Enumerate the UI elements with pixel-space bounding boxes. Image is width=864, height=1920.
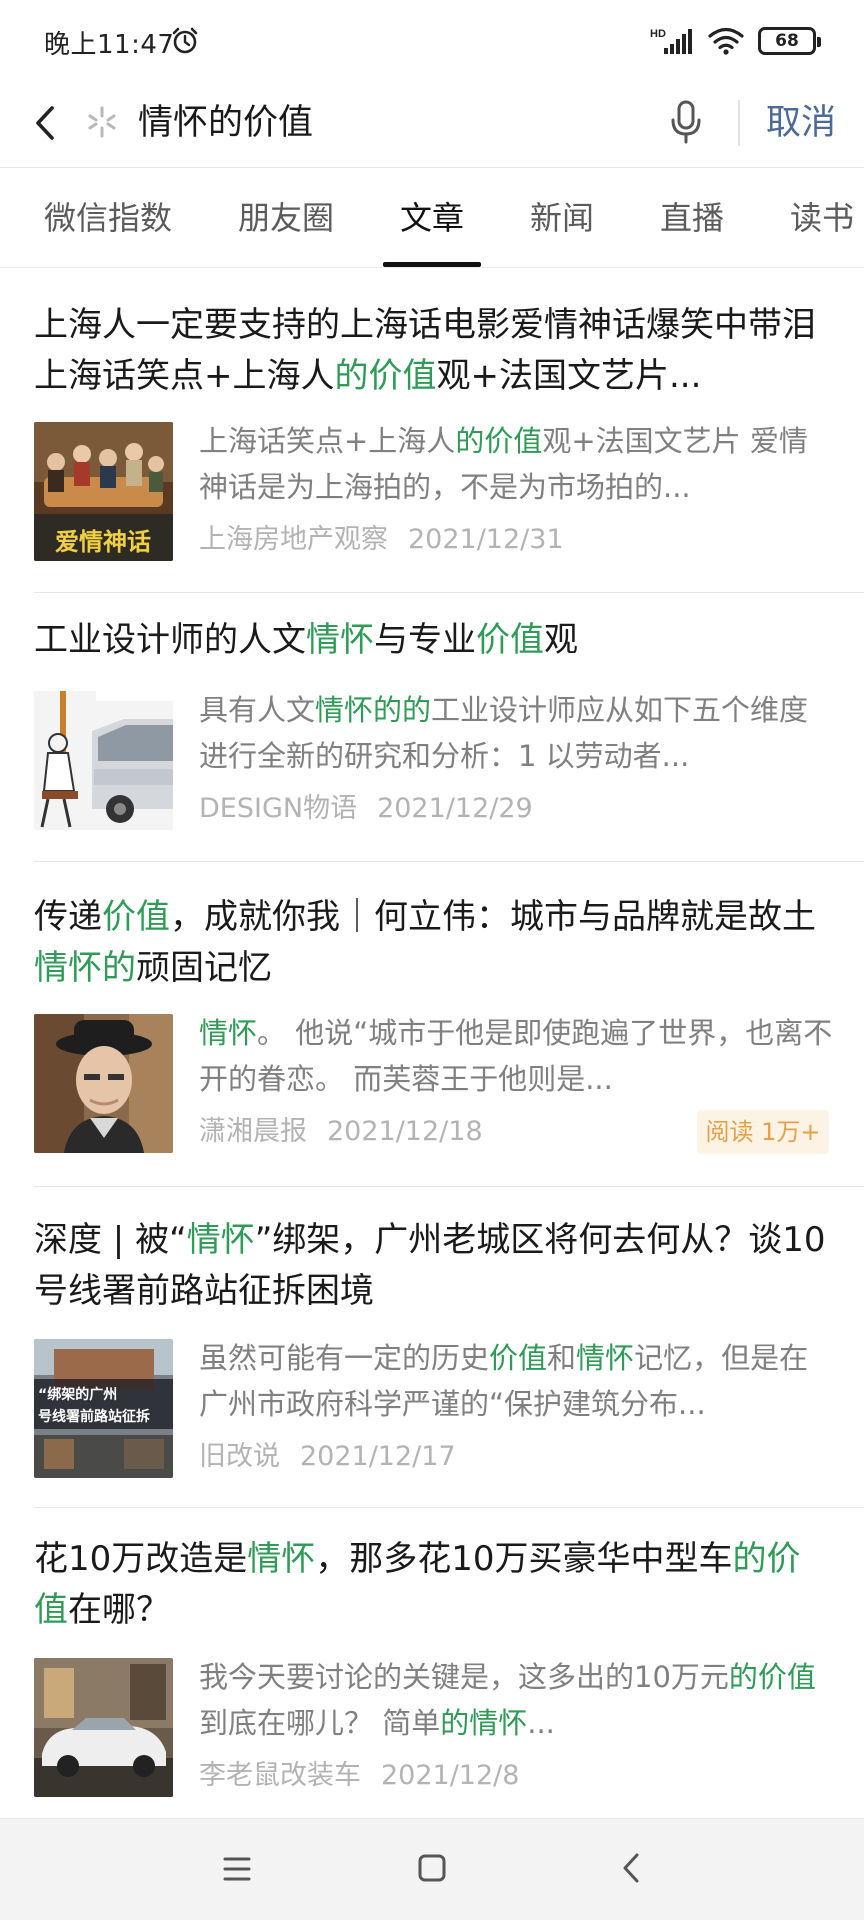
article-snippet: 具有人文情怀的的工业设计师应从如下五个维度进行全新的研究和分析：1 以劳动者..… bbox=[199, 687, 834, 779]
article-title[interactable]: 上海人一定要支持的上海话电影爱情神话爆笑中带泪上海话笑点+上海人的价值观+法国文… bbox=[34, 300, 834, 402]
article-item[interactable]: 深度 | 被“情怀”绑架，广州老城区将何去何从？谈10号线署前路站征拆困境 “绑… bbox=[0, 1187, 864, 1507]
thumbnail-caption: 爱情神话 bbox=[55, 528, 151, 556]
article-meta: 上海房地产观察 2021/12/31 bbox=[199, 520, 564, 560]
article-date: 2021/12/8 bbox=[381, 1760, 520, 1791]
status-bar: 晚上11:47 HD 68 bbox=[0, 0, 864, 80]
search-bar: 情怀的价值 取消 bbox=[0, 80, 864, 168]
text-segment: 上海话笑点+上海人 bbox=[199, 424, 456, 458]
status-time: 晚上11:47 bbox=[44, 30, 175, 60]
article-snippet: 虽然可能有一定的历史价值和情怀记忆，但是在广州市政府科学严谨的“保护建筑分布..… bbox=[199, 1335, 834, 1427]
article-snippet: 我今天要讨论的关键是，这多出的10万元的价值到底在哪儿？ 简单的情怀... bbox=[199, 1654, 834, 1746]
tab-live[interactable]: 直播 bbox=[660, 196, 724, 240]
article-date: 2021/12/31 bbox=[408, 524, 564, 555]
article-title[interactable]: 花10万改造是情怀，那多花10万买豪华中型车的价值在哪？ bbox=[34, 1534, 834, 1636]
article-snippet: 情怀。 他说“城市于他是即使跑遍了世界，也离不开的眷恋。 而芙蓉王于他则是... bbox=[199, 1010, 834, 1102]
text-segment: ，成就你我｜何立伟：城市与品牌就是故土 bbox=[170, 897, 816, 937]
article-source: 潇湘晨报 bbox=[199, 1116, 307, 1147]
text-segment: 和 bbox=[547, 1341, 577, 1375]
system-nav-bar bbox=[0, 1818, 864, 1920]
cancel-button[interactable]: 取消 bbox=[766, 98, 836, 148]
text-segment: ... bbox=[527, 1706, 555, 1740]
text-segment: 与专业 bbox=[374, 620, 476, 660]
network-type-label: HD bbox=[650, 28, 666, 40]
tab-moments[interactable]: 朋友圈 bbox=[238, 196, 334, 240]
article-thumbnail bbox=[34, 1658, 173, 1797]
article-date: 2021/12/29 bbox=[377, 793, 533, 824]
signal-icon: HD bbox=[650, 28, 692, 54]
text-segment: 观 bbox=[544, 620, 578, 660]
highlight-text: 的情怀 bbox=[440, 1706, 528, 1740]
highlight-text: 情怀 bbox=[247, 1539, 316, 1579]
highlight-text: 价值 bbox=[102, 897, 170, 937]
menu-icon[interactable] bbox=[222, 1849, 252, 1889]
highlight-text: 情怀的的 bbox=[315, 693, 432, 727]
category-tabs: 微信指数 朋友圈 文章 新闻 直播 读书 bbox=[0, 168, 864, 268]
article-source: 上海房地产观察 bbox=[199, 524, 388, 555]
highlight-text: 情怀 bbox=[186, 1220, 255, 1260]
text-segment: 虽然可能有一定的历史 bbox=[199, 1341, 490, 1375]
text-segment: 传递 bbox=[34, 897, 102, 937]
article-item[interactable]: 工业设计师的人文情怀与专业价值观 具有人文情怀的的工业设计师应从如下五个维度进行… bbox=[0, 593, 864, 861]
mic-icon[interactable] bbox=[666, 96, 706, 148]
article-meta: 潇湘晨报 2021/12/18 bbox=[199, 1112, 483, 1152]
tab-articles[interactable]: 文章 bbox=[400, 196, 464, 240]
article-source: 旧改说 bbox=[199, 1441, 280, 1472]
text-segment: 花10万改造是 bbox=[34, 1539, 248, 1579]
text-segment: 工业设计师的人文 bbox=[34, 620, 306, 660]
text-segment: 顽固记忆 bbox=[136, 948, 272, 988]
alarm-icon bbox=[172, 27, 198, 54]
back-icon[interactable] bbox=[26, 98, 66, 148]
article-thumbnail bbox=[34, 1014, 173, 1153]
article-item[interactable]: 传递价值，成就你我｜何立伟：城市与品牌就是故土情怀的顽固记忆 情怀。 他说“城市… bbox=[0, 862, 864, 1186]
home-icon[interactable] bbox=[416, 1851, 448, 1885]
search-input[interactable]: 情怀的价值 bbox=[138, 98, 313, 148]
read-count-badge: 阅读 1万+ bbox=[697, 1110, 829, 1154]
text-segment: 到底在哪儿？ 简单 bbox=[199, 1706, 441, 1740]
text-segment: 深度 | 被“ bbox=[34, 1220, 187, 1260]
text-segment: ，那多花10万买豪华中型车 bbox=[315, 1539, 733, 1579]
highlight-text: 情怀 bbox=[576, 1341, 635, 1375]
article-meta: DESIGN物语 2021/12/29 bbox=[199, 789, 533, 829]
article-title[interactable]: 工业设计师的人文情怀与专业价值观 bbox=[34, 615, 834, 666]
text-segment: 。 他说“城市于他是即使跑遍了世界，也离不开的眷恋。 而芙蓉王于他则是... bbox=[199, 1016, 833, 1096]
article-item[interactable]: 上海人一定要支持的上海话电影爱情神话爆笑中带泪上海话笑点+上海人的价值观+法国文… bbox=[0, 270, 864, 592]
text-segment: 在哪？ bbox=[68, 1590, 170, 1630]
article-meta: 李老鼠改装车 2021/12/8 bbox=[199, 1756, 519, 1796]
article-thumbnail: 爱情神话 bbox=[34, 422, 173, 561]
wifi-icon bbox=[708, 27, 744, 55]
article-snippet: 上海话笑点+上海人的价值观+法国文艺片 爱情神话是为上海拍的，不是为市场拍的..… bbox=[199, 418, 834, 510]
highlight-text: 价值 bbox=[476, 620, 544, 660]
back-nav-icon[interactable] bbox=[618, 1847, 644, 1889]
highlight-text: 情怀的 bbox=[34, 948, 136, 988]
search-divider bbox=[738, 100, 740, 146]
highlight-text: 情怀 bbox=[306, 620, 374, 660]
tab-wechat-index[interactable]: 微信指数 bbox=[44, 196, 172, 240]
text-segment: 我今天要讨论的关键是，这多出的10万元 bbox=[199, 1660, 729, 1694]
active-tab-indicator bbox=[383, 262, 481, 267]
article-thumbnail bbox=[34, 691, 173, 830]
status-icons: HD 68 bbox=[650, 24, 821, 58]
article-source: 李老鼠改装车 bbox=[199, 1760, 361, 1791]
tab-books[interactable]: 读书 bbox=[790, 196, 854, 240]
battery-icon: 68 bbox=[758, 27, 821, 55]
article-source: DESIGN物语 bbox=[199, 793, 358, 824]
article-date: 2021/12/17 bbox=[300, 1441, 456, 1472]
highlight-text: 情怀 bbox=[199, 1016, 258, 1050]
highlight-text: 价值 bbox=[489, 1341, 548, 1375]
battery-level: 68 bbox=[775, 31, 799, 51]
text-segment: 观+法国文艺片... bbox=[436, 356, 702, 396]
article-date: 2021/12/18 bbox=[327, 1116, 483, 1147]
article-thumbnail: “绑架的广州号线署前路站征拆 bbox=[34, 1339, 173, 1478]
article-title[interactable]: 深度 | 被“情怀”绑架，广州老城区将何去何从？谈10号线署前路站征拆困境 bbox=[34, 1215, 834, 1317]
search-logo-icon bbox=[88, 106, 116, 138]
article-title[interactable]: 传递价值，成就你我｜何立伟：城市与品牌就是故土情怀的顽固记忆 bbox=[34, 892, 834, 994]
tab-news[interactable]: 新闻 bbox=[530, 196, 594, 240]
article-item[interactable]: 花10万改造是情怀，那多花10万买豪华中型车的价值在哪？ 我今天要讨论的关键是，… bbox=[0, 1508, 864, 1818]
highlight-text: 的价值 bbox=[334, 356, 437, 396]
highlight-text: 的价值 bbox=[728, 1660, 816, 1694]
text-segment: 具有人文 bbox=[199, 693, 316, 727]
article-meta: 旧改说 2021/12/17 bbox=[199, 1437, 456, 1477]
highlight-text: 的价值 bbox=[455, 424, 543, 458]
